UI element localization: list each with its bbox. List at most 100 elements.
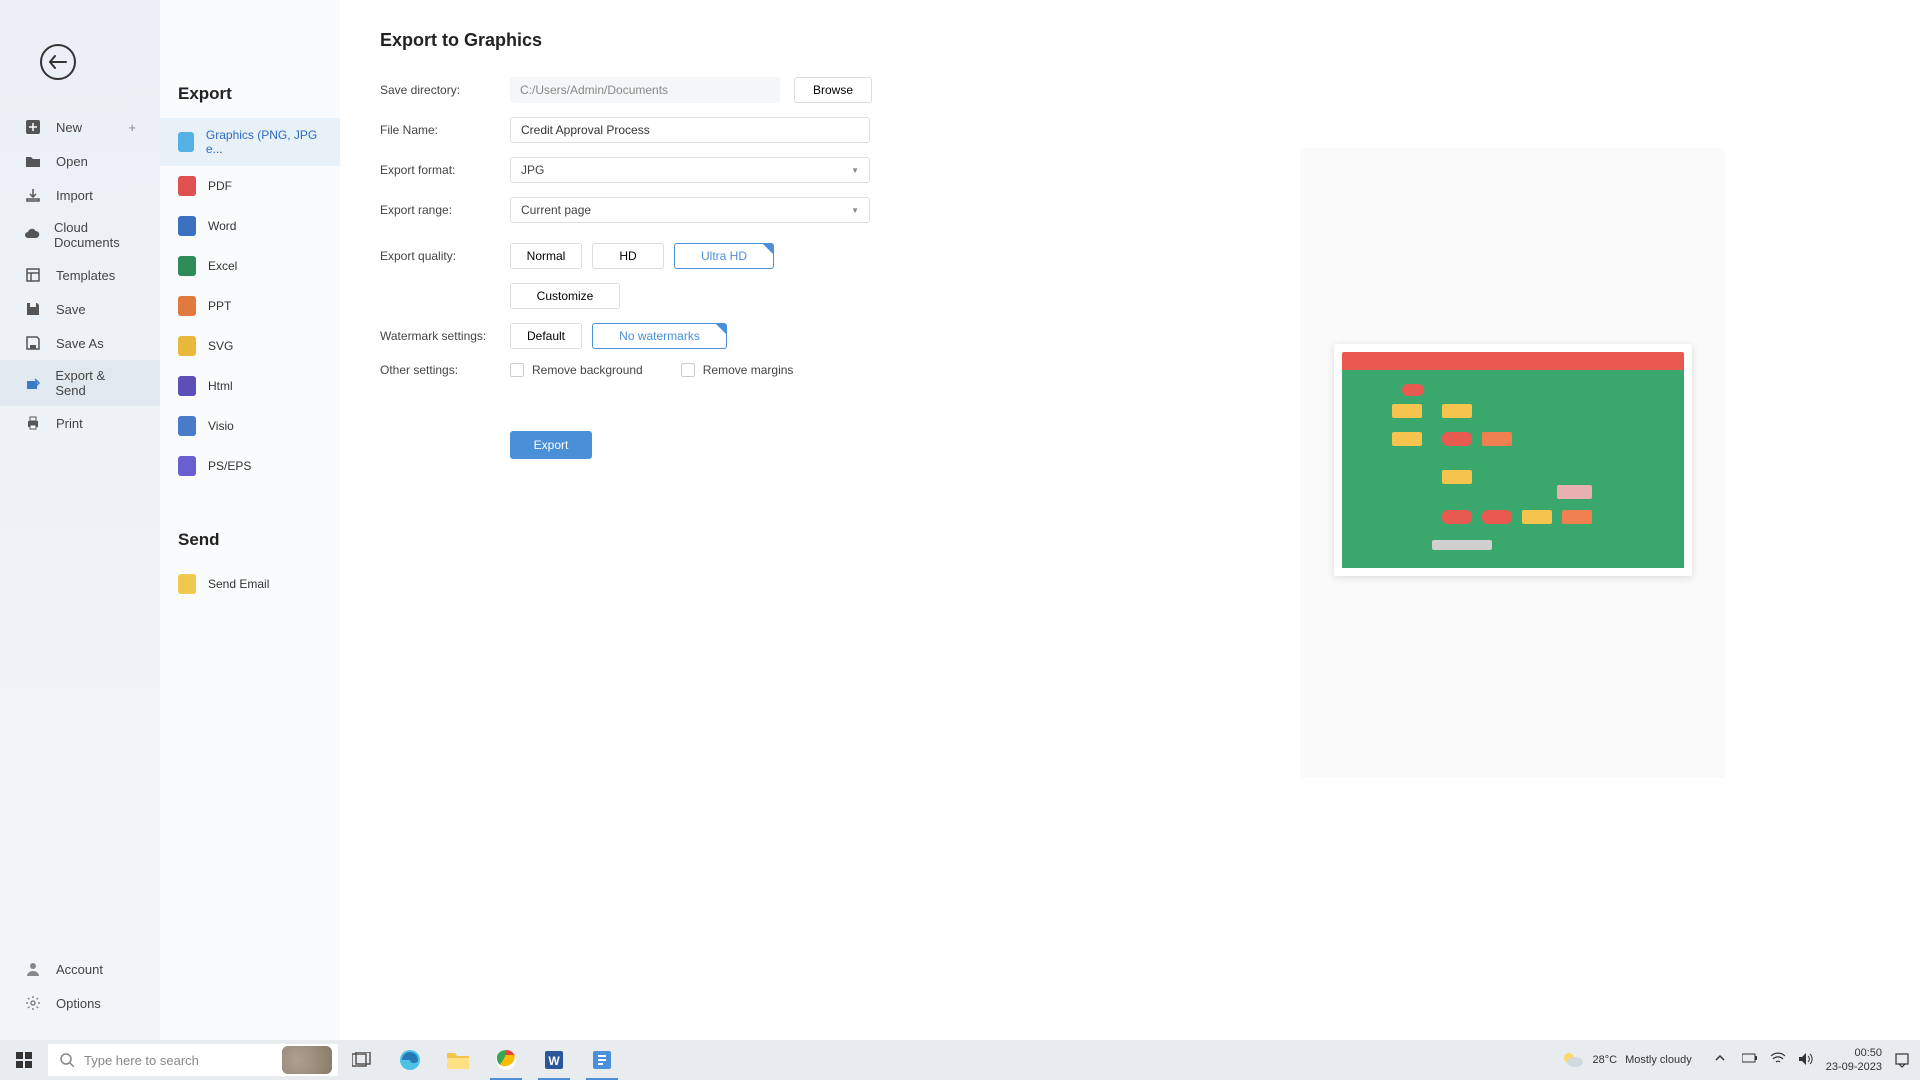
chevron-up-icon[interactable] <box>1714 1052 1730 1068</box>
export-button[interactable]: Export <box>510 431 592 459</box>
quality-normal-button[interactable]: Normal <box>510 243 582 269</box>
volume-icon[interactable] <box>1798 1052 1814 1068</box>
browse-button[interactable]: Browse <box>794 77 872 103</box>
save-directory-input[interactable] <box>510 77 780 103</box>
add-icon[interactable]: + <box>128 120 136 135</box>
gear-icon <box>24 994 42 1012</box>
weather-temp: 28°C <box>1593 1054 1618 1066</box>
file-explorer-icon[interactable] <box>434 1040 482 1080</box>
search-placeholder: Type here to search <box>84 1053 199 1068</box>
export-format-select[interactable]: JPG ▼ <box>510 157 870 183</box>
chevron-down-icon: ▼ <box>851 206 859 215</box>
svg-text:W: W <box>548 1054 560 1068</box>
export-type-label: PDF <box>208 179 232 193</box>
sidebar-item-import[interactable]: Import <box>0 178 160 212</box>
task-view-icon[interactable] <box>338 1040 386 1080</box>
user-icon <box>24 960 42 978</box>
preview-thumbnail <box>1334 344 1692 576</box>
taskbar-search[interactable]: Type here to search <box>48 1044 338 1076</box>
wifi-icon[interactable] <box>1770 1052 1786 1068</box>
export-icon <box>24 374 41 392</box>
export-type-graphics[interactable]: Graphics (PNG, JPG e... <box>160 118 340 166</box>
export-type-excel[interactable]: Excel <box>160 246 340 286</box>
remove-margins-checkbox[interactable] <box>681 363 695 377</box>
sidebar-item-account[interactable]: Account <box>0 952 160 986</box>
edge-icon[interactable] <box>386 1040 434 1080</box>
clock-time: 00:50 <box>1826 1046 1882 1060</box>
battery-icon[interactable] <box>1742 1052 1758 1068</box>
remove-margins-label: Remove margins <box>703 363 794 377</box>
export-type-pseps[interactable]: PS/EPS <box>160 446 340 486</box>
sidebar-item-options[interactable]: Options <box>0 986 160 1020</box>
sidebar-item-label: Import <box>56 188 93 203</box>
sidebar-item-templates[interactable]: Templates <box>0 258 160 292</box>
search-highlight-image <box>282 1046 332 1074</box>
customize-button[interactable]: Customize <box>510 283 620 309</box>
export-type-label: Visio <box>208 419 234 433</box>
export-type-html[interactable]: Html <box>160 366 340 406</box>
export-type-label: Html <box>208 379 233 393</box>
windows-start-button[interactable] <box>0 1040 48 1080</box>
export-type-label: SVG <box>208 339 233 353</box>
sidebar-item-new[interactable]: New + <box>0 110 160 144</box>
other-settings-label: Other settings: <box>380 363 510 377</box>
save-directory-label: Save directory: <box>380 83 510 97</box>
word-icon[interactable]: W <box>530 1040 578 1080</box>
quality-hd-button[interactable]: HD <box>592 243 664 269</box>
back-button[interactable] <box>40 44 76 80</box>
sidebar-bottom: Account Options <box>0 952 160 1020</box>
system-tray: 28°C Mostly cloudy 00:50 23-09-2023 <box>1561 1046 1920 1074</box>
sidebar-item-export-send[interactable]: Export & Send <box>0 360 160 406</box>
export-section-title: Export <box>160 70 340 118</box>
send-email[interactable]: Send Email <box>160 564 340 604</box>
weather-widget[interactable]: 28°C Mostly cloudy <box>1561 1050 1692 1070</box>
sidebar-item-label: Save As <box>56 336 104 351</box>
chevron-down-icon: ▼ <box>851 166 859 175</box>
ps-file-icon <box>178 456 196 476</box>
sidebar-item-cloud[interactable]: Cloud Documents <box>0 212 160 258</box>
sidebar-item-label: Templates <box>56 268 115 283</box>
send-item-label: Send Email <box>208 577 269 591</box>
visio-file-icon <box>178 416 196 436</box>
file-menu-sidebar: New + Open Import Cloud Documents Templa… <box>0 0 160 1040</box>
export-range-select[interactable]: Current page ▼ <box>510 197 870 223</box>
ppt-file-icon <box>178 296 196 316</box>
export-format-label: Export format: <box>380 163 510 177</box>
graphics-file-icon <box>178 132 194 152</box>
sidebar-item-label: Cloud Documents <box>54 220 136 250</box>
edrawmax-icon[interactable] <box>578 1040 626 1080</box>
windows-taskbar: Type here to search W 28°C Mostly cloudy… <box>0 1040 1920 1080</box>
export-type-pdf[interactable]: PDF <box>160 166 340 206</box>
export-type-label: Graphics (PNG, JPG e... <box>206 128 322 156</box>
remove-background-checkbox[interactable] <box>510 363 524 377</box>
notifications-icon[interactable] <box>1894 1052 1910 1068</box>
export-type-svg[interactable]: SVG <box>160 326 340 366</box>
export-type-visio[interactable]: Visio <box>160 406 340 446</box>
chrome-icon[interactable] <box>482 1040 530 1080</box>
sidebar-item-label: Open <box>56 154 88 169</box>
save-as-icon <box>24 334 42 352</box>
plus-square-icon <box>24 118 42 136</box>
export-type-label: PS/EPS <box>208 459 251 473</box>
export-type-word[interactable]: Word <box>160 206 340 246</box>
sidebar-item-label: Account <box>56 962 103 977</box>
taskbar-clock[interactable]: 00:50 23-09-2023 <box>1826 1046 1882 1074</box>
weather-desc: Mostly cloudy <box>1625 1054 1692 1066</box>
sidebar-item-label: Print <box>56 416 83 431</box>
export-type-ppt[interactable]: PPT <box>160 286 340 326</box>
quality-ultra-button[interactable]: Ultra HD <box>674 243 774 269</box>
watermark-default-button[interactable]: Default <box>510 323 582 349</box>
sidebar-item-save[interactable]: Save <box>0 292 160 326</box>
watermark-none-button[interactable]: No watermarks <box>592 323 727 349</box>
sidebar-item-label: Export & Send <box>55 368 136 398</box>
sidebar-item-label: New <box>56 120 82 135</box>
sidebar-item-open[interactable]: Open <box>0 144 160 178</box>
cloud-icon <box>24 226 40 244</box>
import-icon <box>24 186 42 204</box>
export-quality-label: Export quality: <box>380 249 510 263</box>
sidebar-item-save-as[interactable]: Save As <box>0 326 160 360</box>
file-name-input[interactable] <box>510 117 870 143</box>
send-section-title: Send <box>160 516 340 564</box>
file-name-label: File Name: <box>380 123 510 137</box>
sidebar-item-print[interactable]: Print <box>0 406 160 440</box>
